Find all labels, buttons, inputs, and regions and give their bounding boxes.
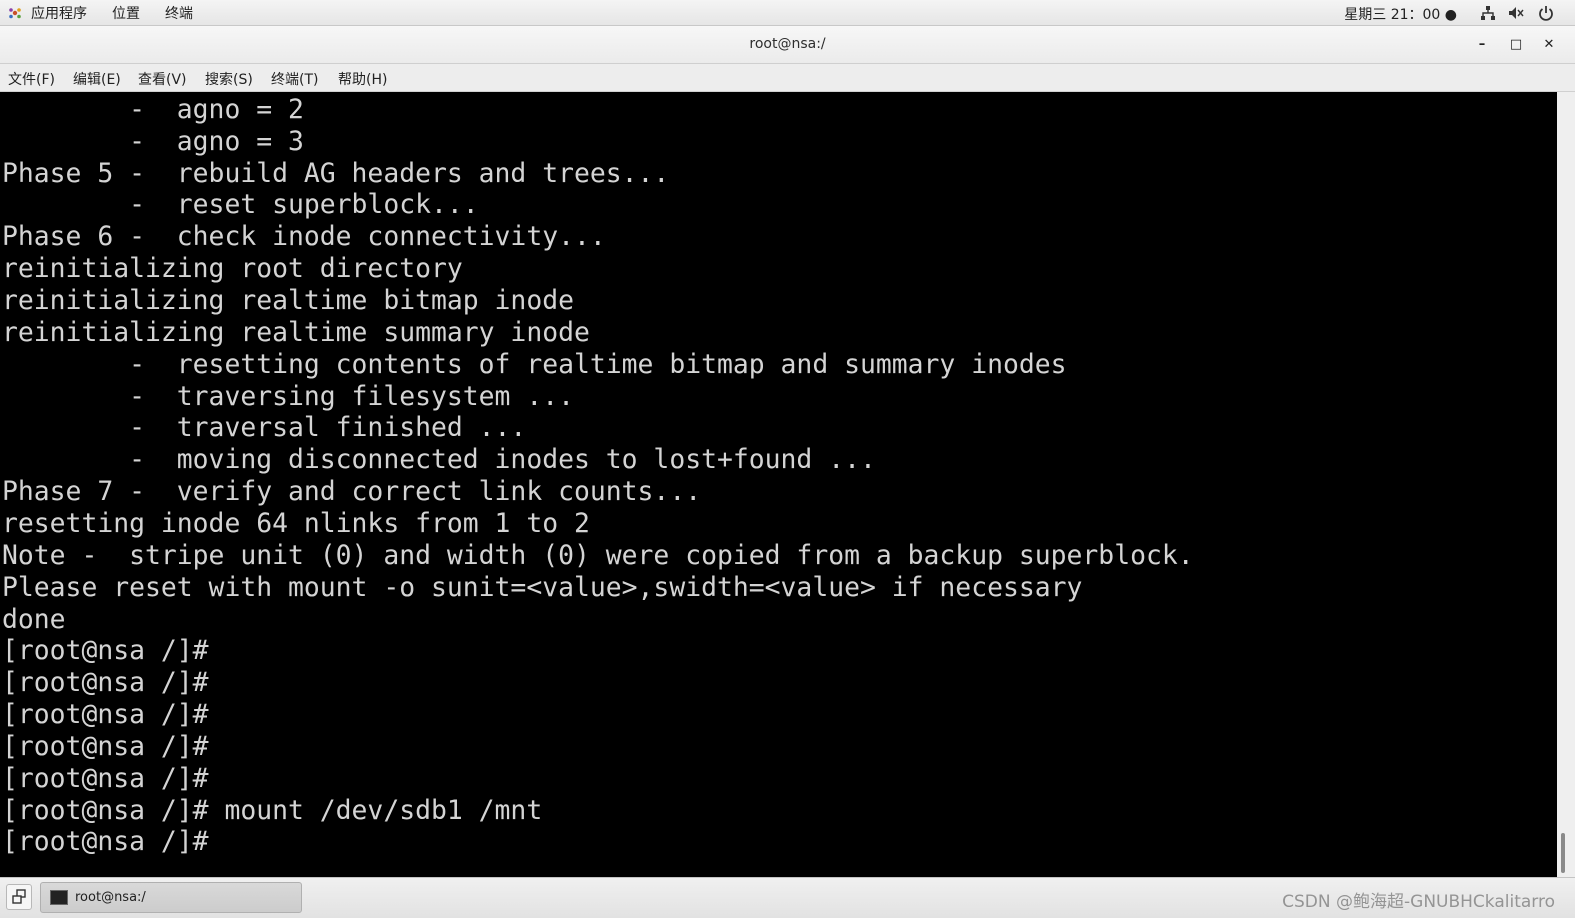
terminal-prompt-line: [root@nsa /]#	[2, 763, 209, 794]
top-panel: 应用程序 位置 终端 星期三 21：00 ●	[0, 0, 1575, 26]
terminal-line: reinitializing realtime summary inode	[2, 317, 590, 348]
menu-help[interactable]: 帮助(H)	[338, 69, 387, 89]
volume-icon[interactable]	[1508, 5, 1524, 21]
maximize-button[interactable]: □	[1507, 36, 1525, 54]
network-icon[interactable]	[1480, 5, 1496, 21]
terminal-line: resetting inode 64 nlinks from 1 to 2	[2, 508, 590, 539]
terminal-line: Note - stripe unit (0) and width (0) wer…	[2, 540, 1194, 571]
terminal-line: - traversing filesystem ...	[2, 381, 574, 412]
window-title-bar[interactable]: root@nsa:/ – □ ✕	[0, 26, 1575, 64]
menu-search[interactable]: 搜索(S)	[205, 69, 253, 89]
places-menu[interactable]: 位置	[112, 3, 140, 23]
terminal-command-line: [root@nsa /]# mount /dev/sdb1 /mnt	[2, 795, 543, 826]
terminal-icon	[50, 890, 68, 905]
terminal-app-menu[interactable]: 终端	[165, 3, 193, 23]
terminal-line: reinitializing realtime bitmap inode	[2, 285, 574, 316]
applications-menu[interactable]: 应用程序	[31, 3, 87, 23]
terminal-scrollbar[interactable]	[1557, 92, 1575, 877]
terminal-prompt-line: [root@nsa /]#	[2, 731, 209, 762]
terminal-line: Phase 5 - rebuild AG headers and trees..…	[2, 158, 670, 189]
menu-file[interactable]: 文件(F)	[8, 69, 55, 89]
apps-menu-icon	[9, 8, 21, 19]
terminal-line: - agno = 2	[2, 94, 304, 125]
clock[interactable]: 星期三 21：00 ●	[1344, 4, 1457, 24]
show-desktop-icon	[12, 889, 26, 904]
menu-bar: 文件(F) 编辑(E) 查看(V) 搜索(S) 终端(T) 帮助(H)	[0, 64, 1575, 92]
menu-view[interactable]: 查看(V)	[138, 69, 187, 89]
terminal-line: - traversal finished ...	[2, 412, 527, 443]
terminal-line: - agno = 3	[2, 126, 304, 157]
desktop-screen: 应用程序 位置 终端 星期三 21：00 ● root@nsa:/ – □ ✕ …	[0, 0, 1575, 918]
taskbar-window-button[interactable]: root@nsa:/	[40, 882, 302, 913]
terminal-prompt-line: [root@nsa /]#	[2, 667, 209, 698]
terminal-output[interactable]: - agno = 2 - agno = 3 Phase 5 - rebuild …	[0, 92, 1557, 877]
window-title: root@nsa:/	[749, 36, 826, 52]
terminal-prompt-line: [root@nsa /]#	[2, 635, 209, 666]
terminal-line: Please reset with mount -o sunit=<value>…	[2, 572, 1083, 603]
show-desktop-button[interactable]	[6, 884, 32, 910]
watermark: CSDN @鲍海超-GNUBHCkalitarro	[1282, 892, 1555, 912]
taskbar: root@nsa:/ CSDN @鲍海超-GNUBHCkalitarro	[0, 877, 1575, 918]
taskbar-window-label: root@nsa:/	[75, 890, 146, 905]
terminal-prompt-line: [root@nsa /]#	[2, 699, 209, 730]
power-icon[interactable]	[1538, 5, 1554, 21]
terminal-line: - moving disconnected inodes to lost+fou…	[2, 444, 876, 475]
terminal-line: - reset superblock...	[2, 189, 479, 220]
menu-terminal[interactable]: 终端(T)	[271, 69, 318, 89]
terminal-line: Phase 6 - check inode connectivity...	[2, 221, 606, 252]
terminal-active-prompt[interactable]: [root@nsa /]#	[2, 826, 209, 858]
menu-edit[interactable]: 编辑(E)	[73, 69, 121, 89]
close-button[interactable]: ✕	[1540, 36, 1558, 54]
terminal-line: done	[2, 604, 66, 635]
terminal-line: reinitializing root directory	[2, 253, 463, 284]
scrollbar-thumb[interactable]	[1561, 833, 1565, 873]
terminal-line: - resetting contents of realtime bitmap …	[2, 349, 1067, 380]
terminal-line: Phase 7 - verify and correct link counts…	[2, 476, 702, 507]
minimize-button[interactable]: –	[1473, 36, 1491, 54]
